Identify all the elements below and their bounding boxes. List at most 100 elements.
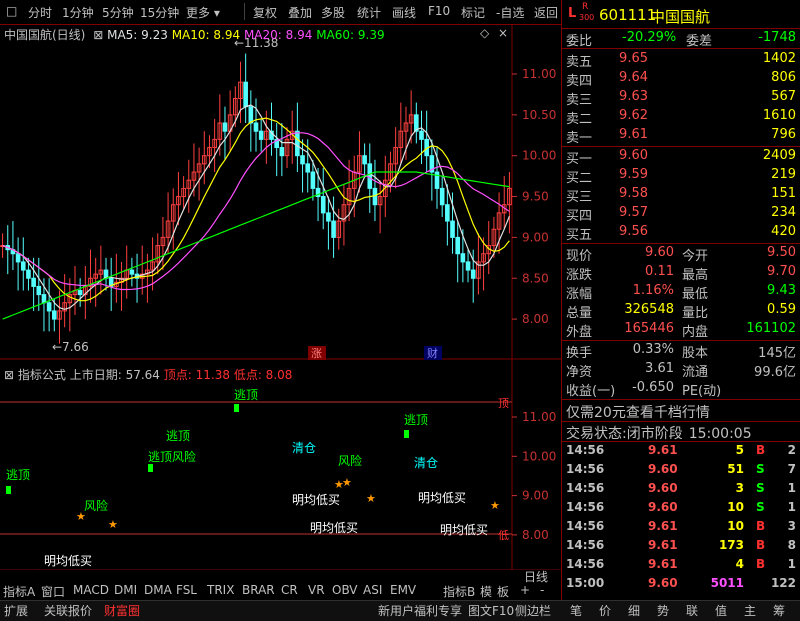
indicator-tab[interactable]: VR xyxy=(308,583,325,597)
trade-state: 交易状态:闭市阶段 15:00:05 xyxy=(566,426,752,442)
weicha-value: -1748 xyxy=(758,30,796,45)
tab-more[interactable]: 更多 ▾ xyxy=(186,4,220,21)
x-label: 2021年 xyxy=(4,569,47,570)
signal-label: 明均低买 xyxy=(44,554,92,568)
stock-header: L R 300 601111 中国国航 xyxy=(562,0,800,29)
footer-link[interactable]: 侧边栏 xyxy=(515,602,551,619)
indicator-tab[interactable]: FSL xyxy=(176,583,197,597)
tick-row: 14:56 9.60 3 S 1 xyxy=(566,481,796,495)
tick-row: 14:56 9.61 173 B 8 xyxy=(566,538,796,552)
side-tab[interactable]: 筹 xyxy=(773,602,785,619)
y-tick-label: 8.50 xyxy=(522,271,549,285)
promo-link[interactable]: 仅需20元查看千档行情 xyxy=(566,402,710,422)
indicator-tab[interactable]: EMV xyxy=(390,583,416,597)
tick-row: 15:00 9.60 5011 122 xyxy=(566,576,796,590)
candle-body xyxy=(279,147,285,157)
x-label: 5 xyxy=(438,569,446,570)
indicator-tab[interactable]: 日线 xyxy=(524,568,548,585)
draw-line-button[interactable]: 画线 xyxy=(392,4,416,21)
indicator-tab[interactable]: 指标A xyxy=(3,583,35,600)
weibi-value: -20.29% xyxy=(622,30,677,45)
footer-link[interactable]: 图文F10 xyxy=(468,602,514,619)
signal-bar xyxy=(148,464,153,472)
tab-5min[interactable]: 5分钟 xyxy=(102,4,134,21)
stats-button[interactable]: 统计 xyxy=(357,4,381,21)
add-watchlist-button[interactable]: -自选 xyxy=(496,4,524,21)
signal-label: 逃顶 xyxy=(404,413,428,427)
side-tab[interactable]: 值 xyxy=(715,602,727,619)
indicator-tab[interactable]: DMA xyxy=(144,583,172,597)
y-tick-label: 9.50 xyxy=(522,190,549,204)
x-label: 12 xyxy=(56,569,71,570)
bottom-line-label: 低 xyxy=(498,529,509,542)
side-tab[interactable]: 主 xyxy=(744,602,756,619)
candle-body xyxy=(31,277,36,287)
candle-body xyxy=(445,204,450,222)
footer-tab[interactable]: 财富圈 xyxy=(104,602,140,619)
candle-body xyxy=(46,302,52,312)
tick-row: 14:56 9.61 10 B 3 xyxy=(566,519,796,533)
indicator-tab[interactable]: 指标B xyxy=(443,583,475,600)
sell-row: 卖一 9.61 796 xyxy=(566,127,796,146)
y-tick-label: 8.00 xyxy=(522,312,549,326)
side-tab[interactable]: 价 xyxy=(599,602,611,619)
indicator-tab[interactable]: ASI xyxy=(363,583,382,597)
buy-row: 买五 9.56 420 xyxy=(566,224,796,243)
tick-row: 14:56 9.61 4 B 1 xyxy=(566,557,796,571)
side-tab[interactable]: 势 xyxy=(657,602,669,619)
footer-tab[interactable]: 关联报价 xyxy=(44,602,92,619)
overlay-button[interactable]: 叠加 xyxy=(288,4,312,21)
signal-bar xyxy=(6,486,11,494)
mark-button[interactable]: 标记 xyxy=(461,4,485,21)
ma60-line xyxy=(2,171,510,320)
tab-1min[interactable]: 1分钟 xyxy=(62,4,94,21)
star-icon: ★ xyxy=(490,499,500,512)
back-button[interactable]: 返回 xyxy=(534,4,558,21)
y-tick-label: 10.50 xyxy=(522,108,556,122)
tick-row: 14:56 9.60 10 S 1 xyxy=(566,500,796,514)
candle-body xyxy=(243,81,248,108)
signal-label: 明均低买 xyxy=(418,491,466,505)
indicator-tab[interactable]: - xyxy=(540,583,544,597)
side-tab[interactable]: 笔 xyxy=(570,602,582,619)
indicator-tab[interactable]: DMI xyxy=(114,583,137,597)
f10-button[interactable]: F10 xyxy=(428,4,450,18)
indicator-tab[interactable]: CR xyxy=(281,583,298,597)
indicator-tab[interactable]: + xyxy=(520,583,530,597)
candle-body xyxy=(295,130,300,157)
kline-chart[interactable]: 11.0010.5010.009.509.008.508.00←11.38←7.… xyxy=(0,24,561,570)
ind-y-tick-label: 11.00 xyxy=(522,410,556,424)
candle-body xyxy=(320,196,326,214)
side-tab[interactable]: 细 xyxy=(628,602,640,619)
close-icon[interactable]: × xyxy=(498,26,508,40)
signal-bar xyxy=(404,430,409,438)
multi-stock-button[interactable]: 多股 xyxy=(321,4,345,21)
ind-y-tick-label: 10.00 xyxy=(522,449,556,463)
fuquan-button[interactable]: 复权 xyxy=(253,4,277,21)
candle-body xyxy=(20,261,26,271)
diamond-icon[interactable]: ◇ xyxy=(480,26,489,40)
side-tab[interactable]: 联 xyxy=(686,602,698,619)
signal-label: 逃顶 xyxy=(6,468,30,482)
tab-fenshi[interactable]: 分时 xyxy=(28,4,52,21)
indicator-tab[interactable]: MACD xyxy=(73,583,109,597)
x-label: 4 xyxy=(366,569,374,570)
checkbox-icon[interactable]: □ xyxy=(6,4,17,18)
tab-15min[interactable]: 15分钟 xyxy=(140,4,179,21)
indicator-tab[interactable]: 窗口 xyxy=(41,583,65,600)
candle-body xyxy=(419,130,424,140)
signal-label: 逃顶 xyxy=(234,388,258,402)
candle-body xyxy=(36,285,42,296)
indicator-tab[interactable]: OBV xyxy=(332,583,358,597)
ind-y-tick-label: 8.00 xyxy=(522,528,549,542)
footer-tab[interactable]: 扩展 xyxy=(4,602,28,619)
indicator-tab[interactable]: TRIX xyxy=(207,583,234,597)
indicator-tab[interactable]: 模 xyxy=(480,583,492,600)
indicator-tab[interactable]: 板 xyxy=(497,583,509,600)
star-icon: ★ xyxy=(366,492,376,505)
indicator-tab[interactable]: BRAR xyxy=(242,583,275,597)
signal-label: 风险 xyxy=(338,453,362,468)
footer-link[interactable]: 新用户福利专享 xyxy=(378,602,462,619)
y-tick-label: 10.00 xyxy=(522,149,556,163)
candle-body xyxy=(450,220,455,238)
